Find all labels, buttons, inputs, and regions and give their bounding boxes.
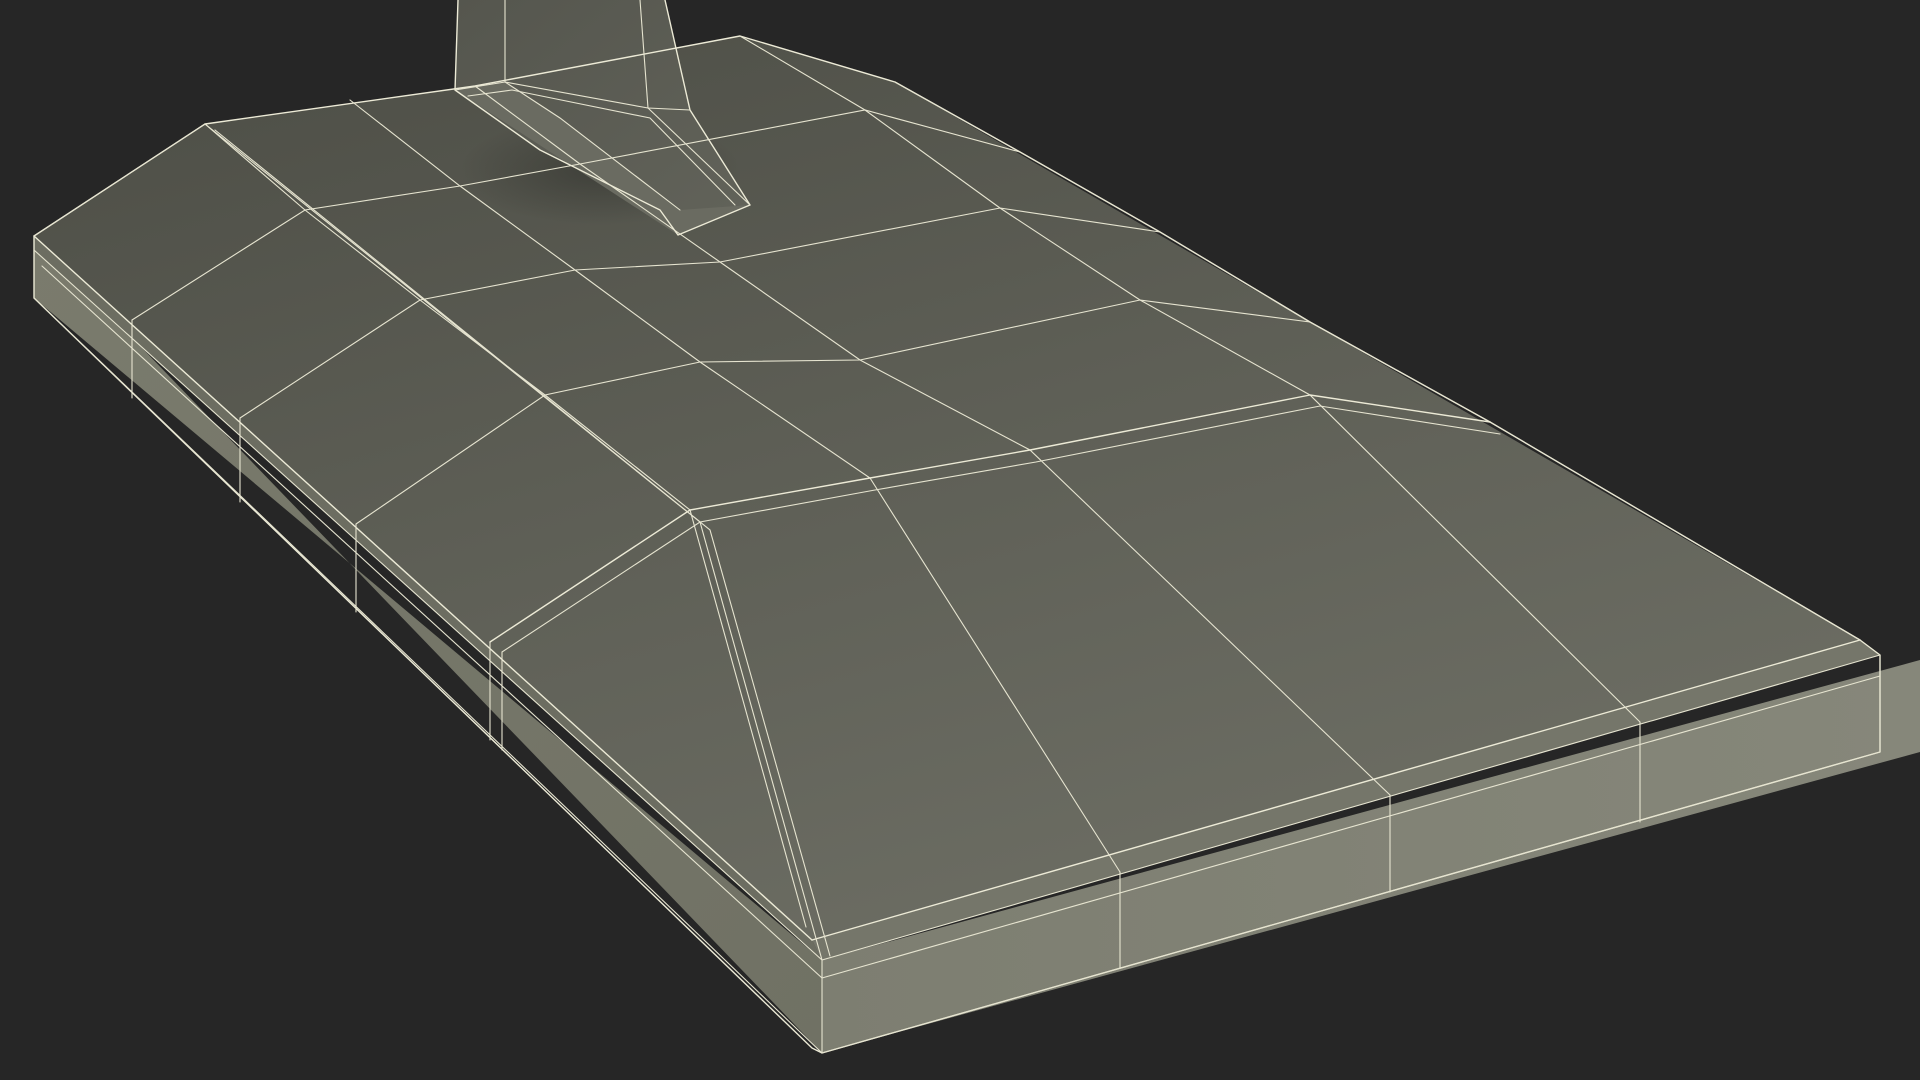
3d-viewport[interactable] xyxy=(0,0,1920,1080)
scene-canvas xyxy=(33,0,1920,1054)
